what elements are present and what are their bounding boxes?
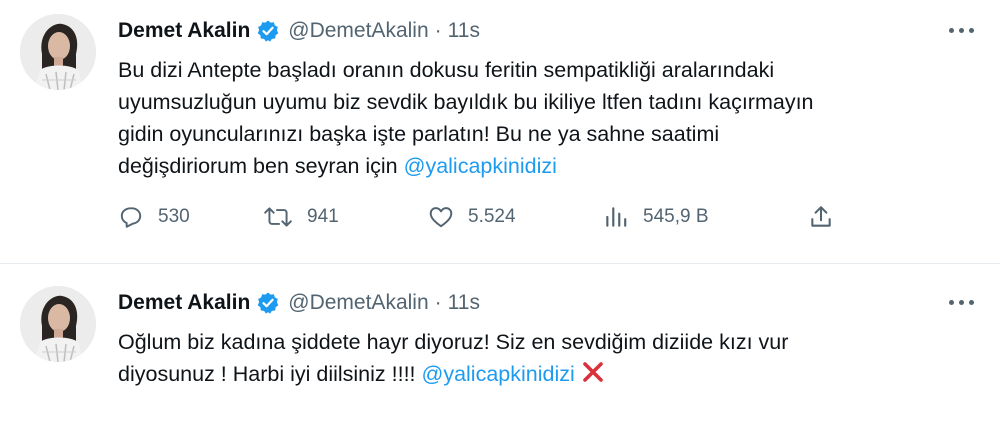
verified-badge-icon (256, 291, 280, 315)
retweet-icon (264, 207, 292, 227)
more-options-icon[interactable] (949, 18, 974, 42)
tweet-text-line: uyumsuzluğun uyumu biz sevdik bayıldık b… (118, 90, 814, 114)
tweet-header: Demet Akalin @DemetAkalin · 11s (118, 14, 980, 48)
tweet-text-line: Bu dizi Antepte başladı oranın dokusu fe… (118, 58, 775, 82)
tweet-text-line: Oğlum biz kadına şiddete hayr diyoruz! S… (118, 330, 789, 354)
avatar[interactable] (20, 286, 96, 362)
avatar-image (20, 14, 96, 90)
verified-badge-icon (256, 19, 280, 43)
more-options-icon[interactable] (949, 290, 974, 314)
share-button[interactable] (808, 204, 838, 230)
timestamp[interactable]: 11s (448, 291, 480, 315)
author-name[interactable]: Demet Akalin (118, 19, 250, 43)
tweet[interactable]: Demet Akalin @DemetAkalin · 11s Bu dizi … (0, 0, 1000, 264)
tweet-text-line-last: diyosunuz ! Harbi iyi diilsiniz !!!! @ya… (118, 358, 978, 393)
tweet[interactable]: Demet Akalin @DemetAkalin · 11s Oğlum bi… (0, 264, 1000, 431)
views-count: 545,9 B (643, 206, 709, 227)
author-handle[interactable]: @DemetAkalin (288, 291, 428, 315)
tweet-text-line: gidin oyuncularınızı başka işte parlatın… (118, 122, 720, 146)
like-count: 5.524 (468, 206, 516, 227)
share-icon (811, 206, 831, 227)
bar-chart-icon (606, 207, 627, 227)
cross-mark-icon (581, 360, 605, 393)
separator-dot: · (434, 291, 442, 314)
tweet-text-segment: diyosunuz ! Harbi iyi diilsiniz !!!! (118, 362, 422, 386)
timestamp[interactable]: 11s (448, 19, 480, 43)
tweet-text: Oğlum biz kadına şiddete hayr diyoruz! S… (118, 326, 978, 393)
author-handle[interactable]: @DemetAkalin (288, 19, 428, 43)
reply-count: 530 (158, 206, 190, 227)
tweet-header: Demet Akalin @DemetAkalin · 11s (118, 286, 980, 320)
mention-link[interactable]: @yalicapkinidizi (404, 154, 557, 178)
tweet-content: Demet Akalin @DemetAkalin · 11s Bu dizi … (118, 14, 980, 263)
tweet-text-segment: değişdiriorum ben seyran için (118, 154, 404, 178)
reply-icon (120, 207, 142, 228)
avatar-image (20, 286, 96, 362)
heart-icon (429, 207, 453, 228)
tweet-content: Demet Akalin @DemetAkalin · 11s Oğlum bi… (118, 286, 980, 431)
mention-link[interactable]: @yalicapkinidizi (422, 362, 575, 386)
tweet-text: Bu dizi Antepte başladı oranın dokusu fe… (118, 54, 978, 182)
tweet-text-line-last: değişdiriorum ben seyran için @yalicapki… (118, 150, 978, 182)
reply-button[interactable]: 530 (118, 204, 263, 230)
tweet-actions: 530 941 5.524 545,9 B (118, 204, 838, 230)
like-button[interactable]: 5.524 (428, 204, 603, 230)
views-button[interactable]: 545,9 B (603, 204, 808, 230)
retweet-count: 941 (307, 206, 339, 227)
author-name[interactable]: Demet Akalin (118, 291, 250, 315)
retweet-button[interactable]: 941 (263, 204, 428, 230)
avatar[interactable] (20, 14, 96, 90)
separator-dot: · (434, 19, 442, 42)
